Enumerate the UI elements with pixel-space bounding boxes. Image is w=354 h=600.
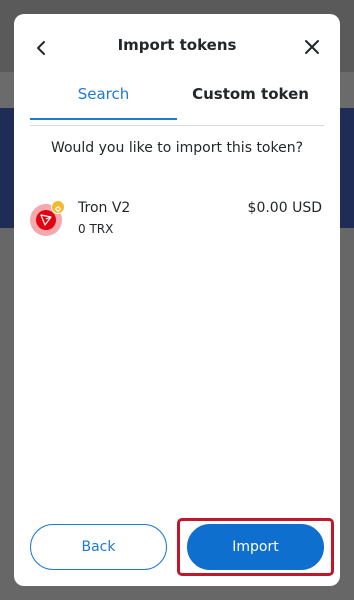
token-fiat-value: $0.00 USD [247, 200, 322, 216]
import-prompt: Would you like to import this token? [50, 140, 304, 156]
token-balance: 0 TRX [78, 222, 114, 236]
close-icon [305, 40, 319, 54]
back-button[interactable]: Back [30, 524, 167, 570]
tab-custom-token[interactable]: Custom token [177, 80, 324, 126]
modal-footer: Back Import [14, 518, 340, 586]
import-tabs: Search Custom token [30, 80, 324, 126]
tab-search-label: Search [77, 85, 130, 103]
token-name: Tron V2 [78, 200, 131, 216]
modal-title: Import tokens [117, 36, 237, 54]
import-button[interactable]: Import [187, 524, 324, 570]
close-button[interactable] [300, 35, 324, 59]
modal-header: Import tokens [14, 14, 340, 80]
token-list-item: Tron V2 0 TRX $0.00 USD [30, 200, 324, 242]
tab-custom-token-label: Custom token [192, 85, 309, 103]
tab-divider [30, 125, 324, 126]
bnb-logo-icon [54, 205, 62, 213]
tab-search[interactable]: Search [30, 80, 177, 126]
import-tokens-modal: Import tokens Search Custom token Would … [14, 14, 340, 586]
bnb-chain-icon [51, 200, 65, 214]
active-tab-indicator [30, 118, 177, 120]
